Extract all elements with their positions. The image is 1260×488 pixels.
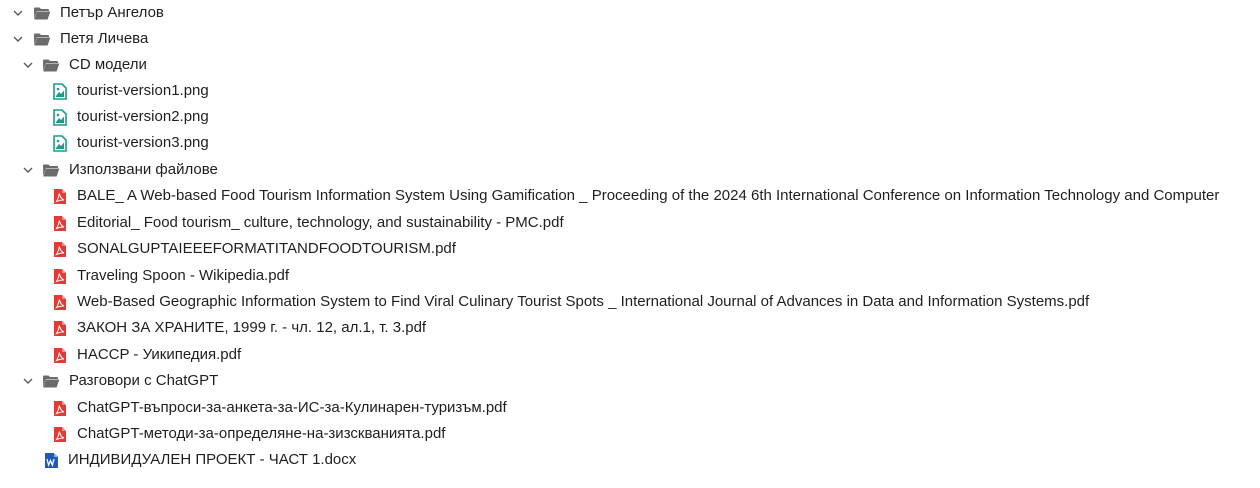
- file-label: tourist-version3.png: [77, 134, 209, 151]
- tree-file-item[interactable]: tourist-version1.png: [0, 78, 1260, 104]
- file-label: ChatGPT-методи-за-определяне-на-зизскван…: [77, 425, 446, 442]
- folder-open-icon: [42, 161, 60, 179]
- folder-label: Петя Личева: [60, 30, 149, 47]
- tree-file-item[interactable]: Web-Based Geographic Information System …: [0, 289, 1260, 315]
- chevron-down-icon[interactable]: [11, 32, 25, 46]
- tree-file-item[interactable]: Traveling Spoon - Wikipedia.pdf: [0, 263, 1260, 289]
- tree-folder-chatgpt-conversations[interactable]: Разговори с ChatGPT: [0, 368, 1260, 394]
- folder-open-icon: [42, 56, 60, 74]
- tree-file-item[interactable]: ИНДИВИДУАЛЕН ПРОЕКТ - ЧАСТ 1.docx: [0, 447, 1260, 473]
- folder-label: Петър Ангелов: [60, 4, 164, 21]
- file-label: ИНДИВИДУАЛЕН ПРОЕКТ - ЧАСТ 1.docx: [68, 451, 357, 468]
- file-label: HACCP - Уикипедия.pdf: [77, 346, 242, 363]
- image-file-icon: [51, 82, 69, 100]
- tree-file-item[interactable]: ЗАКОН ЗА ХРАНИТЕ, 1999 г. - чл. 12, ал.1…: [0, 315, 1260, 341]
- tree-folder-cd-models[interactable]: CD модели: [0, 52, 1260, 78]
- chevron-down-icon[interactable]: [21, 374, 35, 388]
- folder-label: Използвани файлове: [69, 161, 218, 178]
- folder-open-icon: [33, 30, 51, 48]
- file-label: tourist-version2.png: [77, 108, 209, 125]
- pdf-file-icon: [51, 267, 69, 285]
- folder-open-icon: [42, 372, 60, 390]
- file-label: Editorial_ Food tourism_ culture, techno…: [77, 214, 564, 231]
- folder-label: CD модели: [69, 56, 147, 73]
- chevron-down-icon[interactable]: [11, 6, 25, 20]
- file-tree: Петър Ангелов Петя Личева CD модели tour…: [0, 0, 1260, 488]
- file-label: ЗАКОН ЗА ХРАНИТЕ, 1999 г. - чл. 12, ал.1…: [77, 319, 427, 336]
- chevron-down-icon[interactable]: [21, 58, 35, 72]
- word-file-icon: [42, 451, 60, 469]
- tree-file-item[interactable]: HACCP - Уикипедия.pdf: [0, 342, 1260, 368]
- chevron-down-icon[interactable]: [21, 163, 35, 177]
- file-label: tourist-version1.png: [77, 82, 209, 99]
- tree-file-item[interactable]: Editorial_ Food tourism_ culture, techno…: [0, 210, 1260, 236]
- tree-file-item[interactable]: tourist-version2.png: [0, 104, 1260, 130]
- tree-file-item[interactable]: ChatGPT-въпроси-за-анкета-за-ИС-за-Кулин…: [0, 395, 1260, 421]
- tree-file-item[interactable]: ChatGPT-методи-за-определяне-на-зизскван…: [0, 421, 1260, 447]
- tree-file-item[interactable]: SONALGUPTAIEEEFORMATITANDFOODTOURISM.pdf: [0, 236, 1260, 262]
- pdf-file-icon: [51, 240, 69, 258]
- tree-folder-petar-angelov[interactable]: Петър Ангелов: [0, 0, 1260, 26]
- tree-folder-petya-licheva[interactable]: Петя Личева: [0, 26, 1260, 52]
- file-label: SONALGUPTAIEEEFORMATITANDFOODTOURISM.pdf: [77, 240, 456, 257]
- folder-open-icon: [33, 4, 51, 22]
- image-file-icon: [51, 108, 69, 126]
- file-label: Traveling Spoon - Wikipedia.pdf: [77, 267, 290, 284]
- pdf-file-icon: [51, 187, 69, 205]
- pdf-file-icon: [51, 293, 69, 311]
- image-file-icon: [51, 134, 69, 152]
- file-label: ChatGPT-въпроси-за-анкета-за-ИС-за-Кулин…: [77, 399, 507, 416]
- tree-file-item[interactable]: tourist-version3.png: [0, 130, 1260, 156]
- tree-folder-used-files[interactable]: Използвани файлове: [0, 157, 1260, 183]
- pdf-file-icon: [51, 346, 69, 364]
- file-label: BALE_ A Web-based Food Tourism Informati…: [77, 187, 1220, 204]
- pdf-file-icon: [51, 399, 69, 417]
- tree-file-item[interactable]: BALE_ A Web-based Food Tourism Informati…: [0, 183, 1260, 209]
- pdf-file-icon: [51, 214, 69, 232]
- pdf-file-icon: [51, 425, 69, 443]
- folder-label: Разговори с ChatGPT: [69, 372, 219, 389]
- pdf-file-icon: [51, 319, 69, 337]
- file-label: Web-Based Geographic Information System …: [77, 293, 1090, 310]
